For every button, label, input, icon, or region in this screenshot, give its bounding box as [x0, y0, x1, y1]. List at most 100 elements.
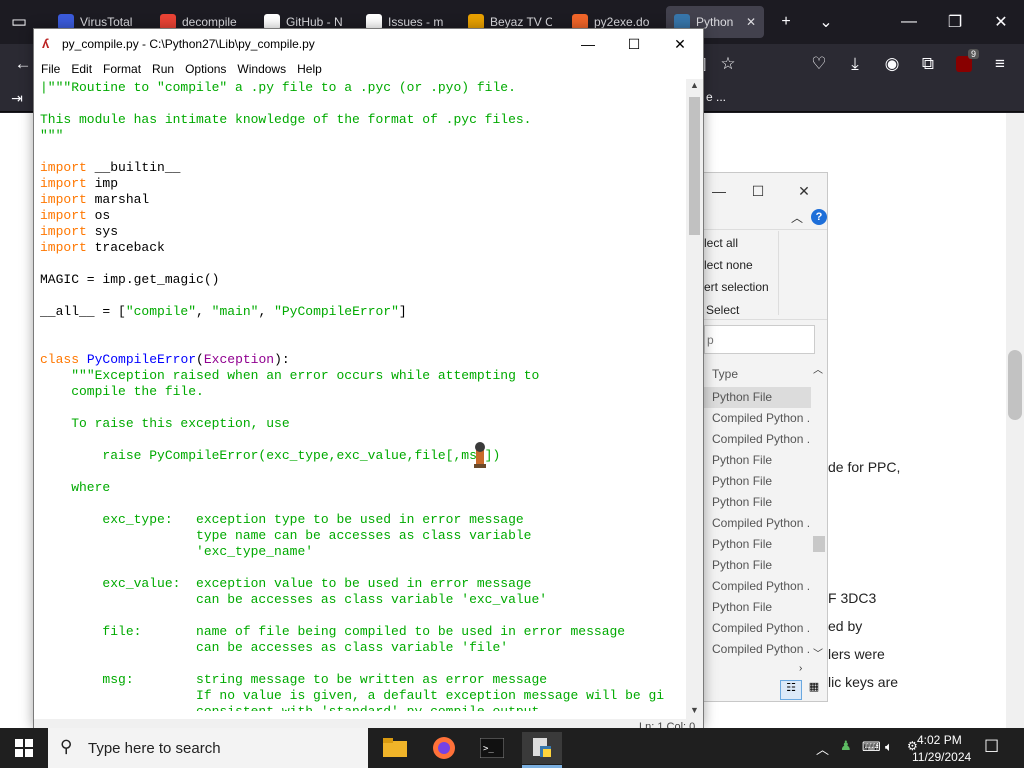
- explorer-close-button[interactable]: ✕: [791, 179, 817, 203]
- page-scrollbar[interactable]: [1006, 113, 1024, 728]
- file-type-row[interactable]: Python File: [704, 387, 812, 408]
- editor-scrollbar-thumb[interactable]: [689, 97, 700, 235]
- tab-title: Issues - m: [388, 15, 444, 29]
- tiles-view-icon[interactable]: ▦: [804, 680, 824, 700]
- search-placeholder: Type here to search: [88, 739, 221, 757]
- clock-time[interactable]: 4:02 PM: [917, 733, 962, 747]
- window-title: py_compile.py - C:\Python27\Lib\py_compi…: [62, 37, 315, 51]
- ublock-icon[interactable]: 9: [951, 49, 979, 77]
- file-type-row[interactable]: Compiled Python ...: [704, 513, 812, 534]
- horizontal-scroll-right-icon[interactable]: ›: [799, 663, 802, 674]
- invert-selection-button[interactable]: ert selection: [704, 280, 769, 294]
- idle-close-button[interactable]: ✕: [657, 29, 703, 59]
- page-text-fragment: F 3DC3: [828, 590, 877, 606]
- account-icon[interactable]: ◉: [879, 51, 905, 77]
- type-column-header[interactable]: Type: [704, 364, 812, 385]
- windows-start-icon[interactable]: [4, 732, 44, 764]
- file-type-row[interactable]: Python File: [704, 471, 812, 492]
- select-all-button[interactable]: lect all: [704, 236, 738, 250]
- tab-title: py2exe.do: [594, 15, 650, 29]
- network-icon[interactable]: ⌨: [862, 739, 881, 755]
- status-bar: [34, 719, 703, 728]
- file-type-row[interactable]: Python File: [704, 597, 812, 618]
- file-explorer-icon[interactable]: [375, 732, 415, 764]
- tab-close-icon[interactable]: ✕: [746, 15, 756, 29]
- downloads-icon[interactable]: ⤓: [842, 51, 868, 77]
- scroll-up-icon[interactable]: ▲: [690, 80, 699, 90]
- explorer-scrollbar[interactable]: ︿ ﹀: [811, 363, 827, 660]
- bookmark-star-icon[interactable]: ☆: [715, 51, 741, 77]
- code-editor[interactable]: |"""Routine to "compile" a .py file to a…: [35, 79, 686, 711]
- tab-title: VirusTotal: [80, 15, 133, 29]
- tab-title: Python: [696, 15, 734, 29]
- terminal-icon[interactable]: >_: [472, 732, 512, 764]
- firefox-icon[interactable]: [424, 732, 464, 764]
- menu-hamburger-icon[interactable]: ≡: [987, 51, 1013, 77]
- select-group-label: Select: [706, 303, 740, 317]
- explorer-minimize-button[interactable]: —: [706, 179, 732, 203]
- search-box[interactable]: p: [704, 325, 815, 354]
- bookmark-fragment[interactable]: e ...: [706, 90, 726, 104]
- python-idle-taskbar-icon[interactable]: [522, 732, 562, 764]
- idle-title-bar[interactable]: ʎ py_compile.py - C:\Python27\Lib\py_com…: [34, 29, 703, 59]
- explorer-window: — ☐ ✕ ︿ ? lect all lect none ert selecti…: [703, 172, 828, 702]
- menu-file[interactable]: File: [41, 62, 60, 76]
- file-type-row[interactable]: Compiled Python ...: [704, 618, 812, 639]
- menu-help[interactable]: Help: [297, 62, 322, 76]
- editor-scrollbar[interactable]: ▲ ▼: [686, 79, 703, 719]
- scroll-down-icon[interactable]: ▼: [690, 705, 699, 715]
- idle-minimize-button[interactable]: —: [565, 29, 611, 59]
- page-text-fragment: de for PPC,: [828, 459, 901, 475]
- tab-overview-icon[interactable]: ▭: [6, 9, 32, 35]
- file-type-row[interactable]: Compiled Python ...: [704, 639, 812, 660]
- menu-edit[interactable]: Edit: [71, 62, 92, 76]
- explorer-maximize-button[interactable]: ☐: [745, 179, 771, 203]
- select-none-button[interactable]: lect none: [704, 258, 753, 272]
- python-feather-icon: ʎ: [42, 36, 50, 51]
- extensions-icon[interactable]: ⧉: [915, 51, 941, 77]
- new-tab-button[interactable]: +: [772, 8, 800, 36]
- extension-badge: 9: [967, 49, 979, 59]
- browser-minimize-button[interactable]: —: [895, 8, 923, 36]
- tab-title: GitHub - N: [286, 15, 343, 29]
- file-type-row[interactable]: Compiled Python ...: [704, 429, 812, 450]
- notifications-icon[interactable]: ☐: [984, 737, 999, 757]
- browser-restore-button[interactable]: ❐: [941, 8, 969, 36]
- details-view-icon[interactable]: ☷: [780, 680, 802, 700]
- tab-title: decompile: [182, 15, 237, 29]
- page-text-fragment: ed by: [828, 618, 863, 634]
- file-type-row[interactable]: Python File: [704, 534, 812, 555]
- clock-date[interactable]: 11/29/2024: [912, 750, 971, 764]
- idle-menu-bar: File Edit Format Run Options Windows Hel…: [34, 59, 703, 79]
- tray-overflow-icon[interactable]: ︿: [816, 739, 829, 758]
- animated-cursor-icon: [468, 440, 492, 470]
- file-type-row[interactable]: Python File: [704, 555, 812, 576]
- user-status-icon[interactable]: ♟: [840, 738, 852, 754]
- idle-maximize-button[interactable]: ☐: [611, 29, 657, 59]
- menu-run[interactable]: Run: [152, 62, 174, 76]
- svg-text:>_: >_: [483, 744, 494, 754]
- file-type-row[interactable]: Compiled Python ...: [704, 576, 812, 597]
- taskbar-search[interactable]: ⚲ Type here to search: [48, 728, 368, 768]
- tab-title: Beyaz TV C: [490, 15, 552, 29]
- help-icon[interactable]: ?: [806, 205, 832, 229]
- taskbar: ⚲ Type here to search >_ ︿ ♟ ⌨ 🔈︎ ⚙︎ 4:0…: [0, 728, 1024, 768]
- page-text-fragment: lers were: [828, 646, 885, 662]
- tab-list-icon[interactable]: ⌄: [812, 8, 840, 36]
- pocket-icon[interactable]: ♡: [806, 51, 832, 77]
- menu-windows[interactable]: Windows: [237, 62, 286, 76]
- file-type-row[interactable]: Compiled Python ...: [704, 408, 812, 429]
- menu-format[interactable]: Format: [103, 62, 141, 76]
- source-code[interactable]: |"""Routine to "compile" a .py file to a…: [40, 80, 664, 711]
- explorer-scrollbar-thumb[interactable]: [813, 536, 825, 552]
- page-text-fragment: lic keys are: [828, 674, 899, 690]
- page-scrollbar-thumb[interactable]: [1008, 350, 1022, 420]
- file-type-row[interactable]: Python File: [704, 492, 812, 513]
- volume-icon[interactable]: 🔈︎: [885, 739, 893, 755]
- menu-options[interactable]: Options: [185, 62, 226, 76]
- sign-in-icon[interactable]: ⇥: [4, 85, 30, 111]
- file-type-row[interactable]: Python File: [704, 450, 812, 471]
- browser-close-button[interactable]: ✕: [987, 8, 1015, 36]
- search-icon: ⚲: [60, 737, 73, 756]
- idle-editor-window: ʎ py_compile.py - C:\Python27\Lib\py_com…: [33, 28, 704, 733]
